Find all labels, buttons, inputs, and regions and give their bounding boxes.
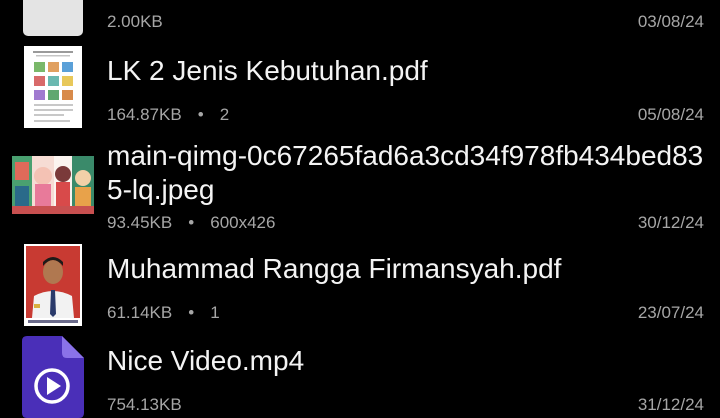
page-count: 1 bbox=[210, 303, 220, 322]
portrait-photo-graphic bbox=[24, 244, 82, 326]
file-row[interactable]: main-qimg-0c67265fad6a3cd34f978fb434bed8… bbox=[0, 134, 720, 238]
anime-artwork-graphic bbox=[12, 156, 94, 214]
file-date: 23/07/24 bbox=[637, 303, 704, 322]
file-size: 164.87KB bbox=[107, 105, 182, 124]
file-date: 03/08/24 bbox=[637, 12, 704, 31]
file-size: 61.14KB bbox=[107, 303, 173, 322]
file-size: 93.45KB bbox=[107, 213, 173, 232]
file-date: 05/08/24 bbox=[637, 105, 704, 124]
file-row[interactable]: 2.00KB 03/08/24 bbox=[0, 0, 720, 40]
separator-dot: • bbox=[188, 303, 195, 322]
file-name: LK 2 Jenis Kebutuhan.pdf bbox=[107, 55, 428, 86]
video-file-icon bbox=[22, 336, 84, 418]
worksheet-preview-graphic bbox=[24, 46, 82, 128]
file-list: 2.00KB 03/08/24 LK 2 Jenis Kebutuhan.pdf… bbox=[0, 0, 720, 418]
file-row[interactable]: LK 2 Jenis Kebutuhan.pdf 164.87KB • 2 05/0… bbox=[0, 40, 720, 134]
file-size: 2.00KB bbox=[107, 12, 163, 31]
pdf-page-thumbnail bbox=[24, 46, 82, 128]
blank-file-icon bbox=[23, 0, 83, 36]
separator-dot: • bbox=[197, 105, 204, 124]
file-meta: 61.14KB • 1 bbox=[107, 303, 220, 323]
file-row[interactable]: Muhammad Rangga Firmansyah.pdf 61.14KB • 1… bbox=[0, 238, 720, 332]
portrait-photo-thumbnail bbox=[24, 244, 82, 326]
file-name: Muhammad Rangga Firmansyah.pdf bbox=[107, 253, 562, 284]
separator-dot: • bbox=[188, 213, 195, 232]
play-icon bbox=[22, 336, 84, 418]
anime-image-thumbnail bbox=[12, 156, 94, 214]
file-meta: 93.45KB • 600x426 bbox=[107, 213, 275, 233]
file-date: 30/12/24 bbox=[637, 213, 704, 232]
file-name: main-qimg-0c67265fad6a3cd34f978fb434bed8… bbox=[107, 140, 704, 205]
page-count: 2 bbox=[219, 105, 230, 124]
file-meta: 164.87KB • 2 bbox=[107, 105, 229, 125]
file-meta: 754.13KB bbox=[107, 395, 182, 415]
file-name: Nice Video.mp4 bbox=[107, 345, 305, 376]
file-meta: 2.00KB bbox=[107, 12, 163, 32]
file-date: 31/12/24 bbox=[637, 395, 704, 414]
file-row[interactable]: Nice Video.mp4 754.13KB 31/12/24 bbox=[0, 332, 720, 418]
image-dimensions: 600x426 bbox=[210, 213, 276, 232]
